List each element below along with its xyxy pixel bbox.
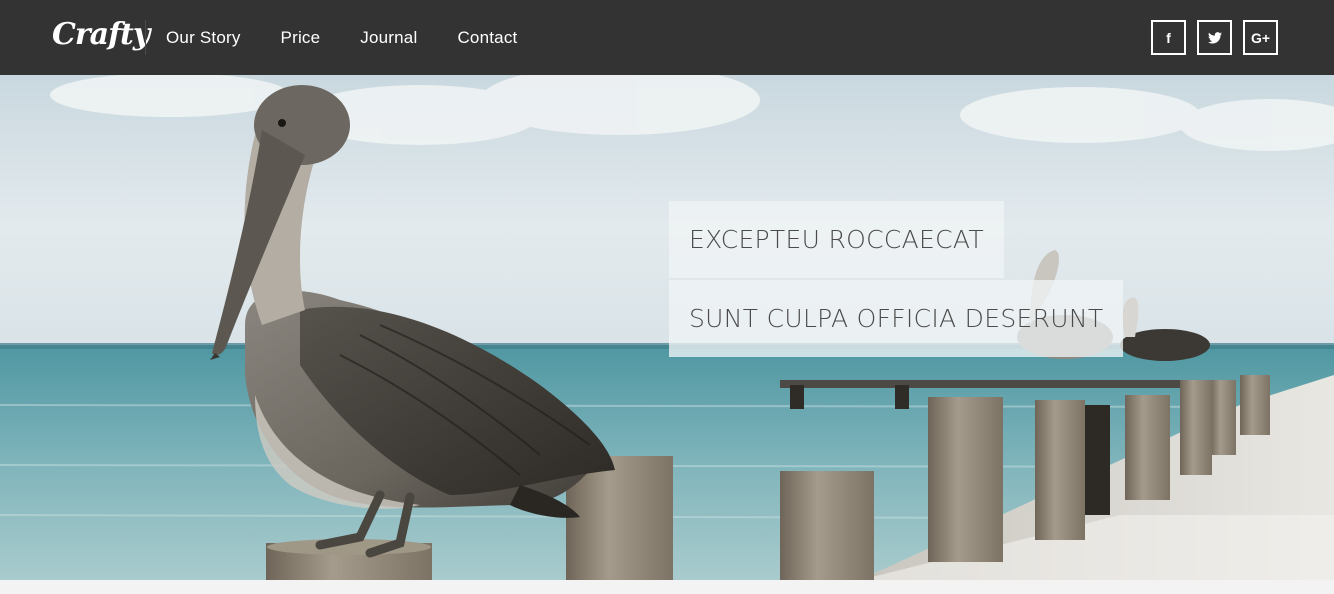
facebook-button[interactable]: f bbox=[1151, 20, 1186, 55]
facebook-icon: f bbox=[1166, 29, 1171, 46]
hero-caption-1: EXCEPTEU ROCCAECAT bbox=[669, 201, 1004, 278]
hero-caption-2: SUNT CULPA OFFICIA DESERUNT bbox=[669, 280, 1124, 357]
logo-link[interactable]: Crafty bbox=[52, 12, 150, 58]
twitter-button[interactable] bbox=[1197, 20, 1232, 55]
nav-item-journal[interactable]: Journal bbox=[360, 28, 417, 48]
hero-pelican-photo bbox=[0, 75, 1334, 580]
nav-item-contact[interactable]: Contact bbox=[457, 28, 517, 48]
google-plus-icon: G+ bbox=[1250, 29, 1271, 46]
google-plus-button[interactable]: G+ bbox=[1243, 20, 1278, 55]
twitter-icon bbox=[1207, 31, 1222, 44]
page-bottom-strip bbox=[0, 580, 1334, 594]
nav-item-price[interactable]: Price bbox=[281, 28, 321, 48]
main-nav: Our Story Price Journal Contact bbox=[166, 0, 557, 75]
nav-item-our-story[interactable]: Our Story bbox=[166, 28, 241, 48]
navbar: Crafty Our Story Price Journal Contact f… bbox=[0, 0, 1334, 75]
hero-banner: EXCEPTEU ROCCAECAT SUNT CULPA OFFICIA DE… bbox=[0, 75, 1334, 580]
social-links: f G+ bbox=[1151, 20, 1278, 55]
nav-divider bbox=[145, 20, 146, 55]
